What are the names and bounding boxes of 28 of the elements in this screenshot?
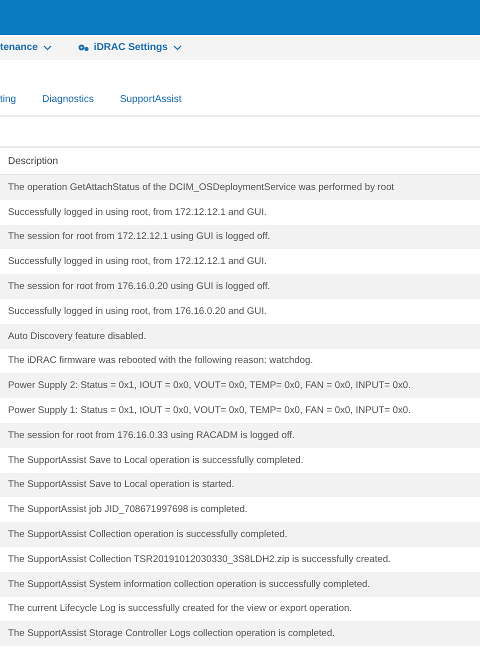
table-cell: Auto Discovery feature disabled. [8,330,146,342]
tab[interactable]: ting [0,94,16,110]
table-cell: The SupportAssist System information collection operation is successfully completed. [8,578,370,590]
gear-icon [78,44,89,51]
table-cell: The session for root from 176.16.0.20 using GUI is logged off. [8,281,270,292]
table-cell: Successfully logged in using root, from 176.16.0.20 and GUI. [8,306,267,317]
chevron-down-icon [172,44,182,50]
table-cell: The SupportAssist Storage Controller Logs collection operation is completed. [8,628,335,640]
table-cell: The SupportAssist Collection operation is successfully completed. [8,529,288,540]
table-cell: The SupportAssist Collection TSR20191012030330_3S8LDH2.zip is successfully created. [8,554,391,565]
tab[interactable]: Diagnostics [42,94,94,110]
table-cell: Power Supply 1: Status = 0x1, IOUT = 0x0, VOUT= 0x0, TEMP= 0x0, FAN = 0x0, INPUT= 0x0. [8,405,411,416]
table-cell: The session for root from 172.12.12.1 using GUI is logged off. [8,231,270,242]
table-cell: Successfully logged in using root, from 172.12.12.1 and GUI. [8,256,267,268]
tab[interactable]: SupportAssist [120,94,182,110]
column-header: Description [8,156,58,166]
table-cell: The SupportAssist Save to Local operation is successfully completed. [8,454,304,466]
table-cell: The SupportAssist Save to Local operation is started. [8,479,234,490]
table-cell: Power Supply 2: Status = 0x1, IOUT = 0x0, VOUT= 0x0, TEMP= 0x0, FAN = 0x0, INPUT= 0x0. [8,380,411,392]
table-cell: The current Lifecycle Log is successfully created for the view or export operation. [8,603,352,614]
table-cell: The operation GetAttachStatus of the DCIM_OSDeploymentService was performed by root [8,182,394,193]
nav-menu-item[interactable]: iDRAC Settings [78,42,182,53]
table-cell: The SupportAssist job JID_708671997698 is completed. [8,504,248,516]
table-cell: The iDRAC firmware was rebooted with the following reason: watchdog. [8,355,314,366]
table-cell: Successfully logged in using root, from 172.12.12.1 and GUI. [8,206,267,218]
table-cell: The session for root from 176.16.0.33 using RACADM is logged off. [8,430,295,441]
chevron-down-icon [42,44,52,50]
nav-menu-item[interactable]: tenance [0,42,52,53]
